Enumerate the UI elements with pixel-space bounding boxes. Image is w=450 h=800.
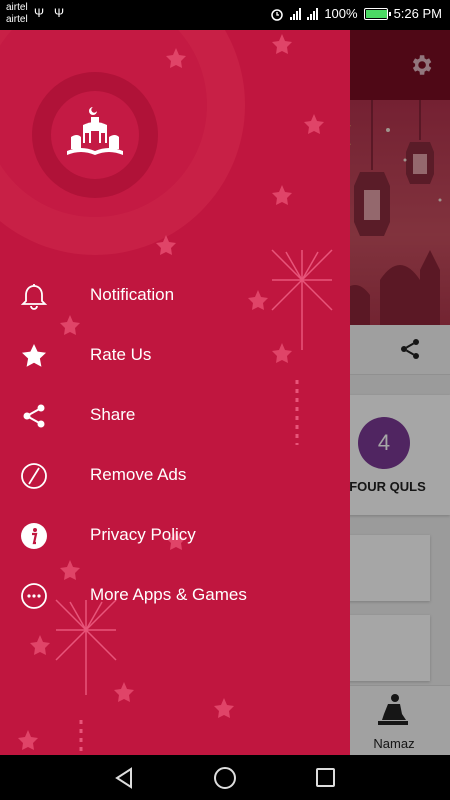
mosque-logo-icon — [67, 107, 123, 155]
clock: 5:26 PM — [393, 6, 442, 21]
recent-apps-icon[interactable] — [316, 768, 335, 787]
menu-label: Rate Us — [90, 345, 152, 364]
signal-icon — [307, 7, 319, 20]
more-icon — [21, 583, 47, 609]
back-icon[interactable] — [113, 767, 135, 789]
menu-item-share[interactable]: Share — [0, 386, 350, 446]
home-icon[interactable] — [214, 767, 236, 789]
menu-item-rate-us[interactable]: Rate Us — [0, 326, 350, 386]
carrier-name-2: airtel — [6, 14, 28, 25]
carrier-names: airtel airtel — [6, 2, 28, 26]
navigation-drawer: Notification Rate Us Share Remove Ads Pr… — [0, 30, 350, 755]
alarm-icon — [271, 8, 284, 21]
system-nav-bar — [0, 755, 450, 800]
carrier-name-1: airtel — [6, 2, 28, 13]
battery-percent: 100% — [324, 6, 358, 21]
usb-icon: Ψ — [34, 6, 45, 20]
star-icon — [22, 344, 46, 367]
menu-item-more-apps[interactable]: More Apps & Games — [0, 566, 350, 626]
menu-label: Remove Ads — [90, 465, 187, 484]
menu-item-privacy-policy[interactable]: Privacy Policy — [0, 506, 350, 566]
menu-label: More Apps & Games — [90, 585, 247, 604]
menu-item-notification[interactable]: Notification — [0, 266, 350, 326]
drawer-menu: Notification Rate Us Share Remove Ads Pr… — [0, 266, 350, 626]
app-logo — [32, 72, 158, 198]
menu-label: Privacy Policy — [90, 525, 196, 544]
status-bar: airtel airtel Ψ Ψ 100% 5:26 PM — [0, 0, 450, 30]
battery-icon — [363, 7, 391, 20]
menu-label: Share — [90, 405, 136, 424]
bell-icon — [20, 284, 48, 310]
info-icon — [21, 523, 47, 549]
menu-label: Notification — [90, 285, 175, 304]
share-icon — [23, 404, 45, 428]
usb-icon: Ψ — [54, 6, 65, 20]
menu-item-remove-ads[interactable]: Remove Ads — [0, 446, 350, 506]
signal-icon — [290, 7, 302, 20]
no-ads-icon — [21, 463, 47, 489]
